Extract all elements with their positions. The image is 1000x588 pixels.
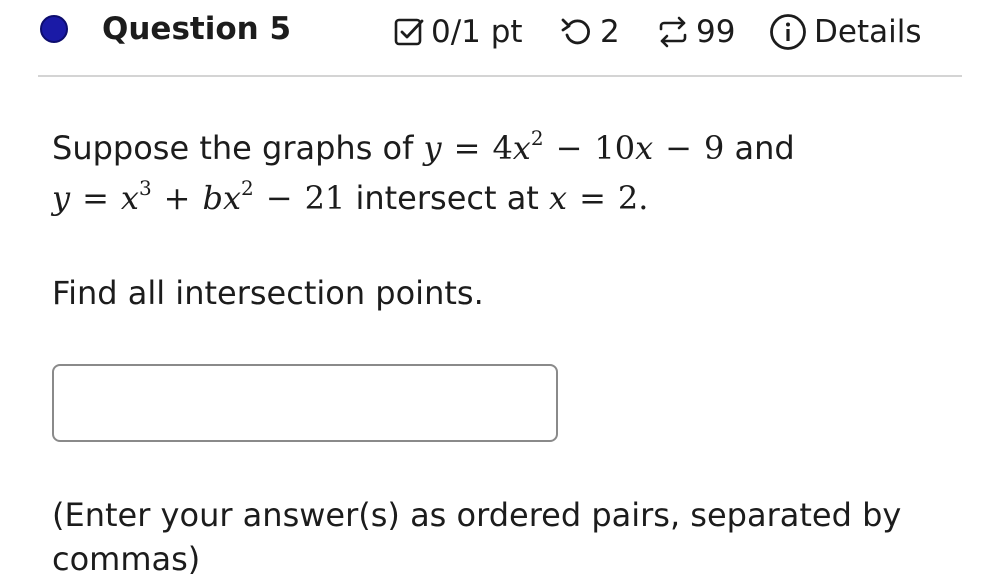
submissions-indicator: 99 [656,12,735,52]
score-text: 0/1 pt [431,14,523,50]
question-prompt: Find all intersection points. [52,274,484,312]
question-and-text: and [734,129,795,167]
intersection-condition: x = 2. [549,179,649,217]
equation-2: y = x3 + bx2−21 [52,176,346,217]
details-button[interactable]: Details [768,12,921,52]
question-header: Question 5 0/1 pt 2 99 Details [0,0,1000,70]
checkbox-icon [393,16,425,48]
answer-format-hint: (Enter your answer(s) as ordered pairs, … [52,496,902,578]
answer-input[interactable] [52,364,558,442]
question-line-1: Suppose the graphs of y = 4x2−10x −9 and [52,123,952,173]
tries-count: 2 [600,14,620,50]
submissions-count: 99 [696,14,736,50]
info-icon [768,12,808,52]
tries-indicator: 2 [560,12,620,52]
question-mid-text: intersect at [355,179,539,217]
repeat-icon [656,16,690,48]
undo-icon [560,16,594,48]
details-label: Details [814,14,922,50]
score-indicator: 0/1 pt [393,12,523,52]
question-line-2: y = x3 + bx2−21 intersect at x = 2. [52,173,952,223]
question-status-dot [40,15,68,43]
question-text: Suppose the graphs of y = 4x2−10x −9 and y =… [52,123,952,223]
header-divider [38,75,962,77]
question-lead-text: Suppose the graphs of [52,129,414,167]
question-title: Question 5 [102,11,292,47]
equation-1: y = 4x2−10x −9 [423,126,725,167]
